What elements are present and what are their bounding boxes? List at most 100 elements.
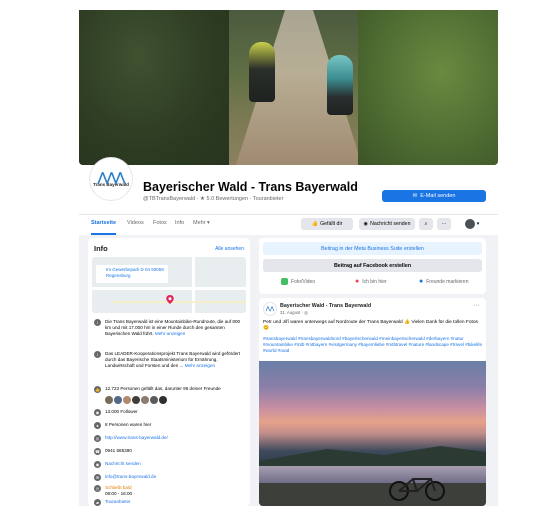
cover-rider-2: [327, 55, 353, 115]
post-photo[interactable]: [259, 361, 486, 506]
avatar[interactable]: [141, 396, 149, 404]
avatar[interactable]: [105, 396, 113, 404]
hours-text[interactable]: 08:00 - 16:00 ·: [105, 491, 135, 496]
send-message-link[interactable]: Nachricht senden: [105, 461, 141, 468]
info-description: i Die Trans Bayerwald ist eine Mountainb…: [94, 319, 244, 337]
info-followers: ◉ 13.000 Follower: [94, 409, 244, 416]
email-link[interactable]: info@trans-bayerwald.de: [105, 474, 156, 481]
cover-trees-left: [79, 10, 229, 165]
avatar[interactable]: [150, 396, 158, 404]
avatar[interactable]: [123, 396, 131, 404]
likes-text: 12.723 Personen gefällt das, darunter 96…: [105, 386, 221, 391]
phone-text: 0941 585390: [105, 448, 132, 453]
map-road: [112, 301, 246, 303]
photo-video-label: Foto/Video: [291, 278, 316, 285]
tab-more[interactable]: Mehr ▾: [193, 220, 210, 226]
page-subtitle: @TBTransBayerwald · ★ 5.0 Bewertungen · …: [143, 196, 284, 202]
see-all-link[interactable]: Alle ansehen: [215, 246, 244, 252]
messenger-icon: ◉: [363, 221, 369, 227]
tab-home[interactable]: Startseite: [91, 220, 116, 226]
chevron-down-icon: ▾: [476, 221, 480, 227]
info-email: ✉ info@trans-bayerwald.de: [94, 474, 244, 481]
photo-lake: [259, 466, 486, 484]
page-logo[interactable]: ⋀⋀⋀ Trans Bayerwald: [89, 157, 133, 201]
search-button[interactable]: ⌕: [419, 218, 433, 230]
avatar[interactable]: [114, 396, 122, 404]
meta-business-suite-button[interactable]: Beitrag in der Meta Business Suite erste…: [263, 242, 482, 255]
location-pin-icon: ●: [355, 278, 360, 285]
thumbs-up-icon: 👍: [94, 386, 101, 393]
photo-video-button[interactable]: Foto/Video: [281, 278, 315, 285]
clock-icon: ◷: [94, 485, 101, 492]
tag-icon: ▰: [94, 499, 101, 506]
map-road: [92, 287, 246, 290]
photo-ground: [259, 483, 486, 506]
cover-trees-right: [358, 10, 498, 165]
logo-mountain-icon: ⋀⋀⋀: [97, 169, 126, 184]
thumbs-up-icon: 👍: [311, 221, 319, 227]
message-label: Nachricht senden: [370, 221, 411, 227]
rss-icon: ◉: [94, 409, 101, 416]
create-facebook-post-button[interactable]: Beitrag auf Facebook erstellen: [263, 259, 482, 272]
location-map[interactable]: Im Gewerbepark D 04 93059 Regensburg: [92, 257, 246, 313]
profile-switcher[interactable]: ▾: [461, 218, 483, 230]
avatar: [464, 219, 475, 229]
description-more-link[interactable]: Mehr anzeigen: [155, 331, 185, 336]
avatar[interactable]: [132, 396, 140, 404]
search-icon: ⌕: [424, 220, 428, 227]
leader-more-link[interactable]: Mehr anzeigen: [185, 363, 215, 368]
mail-icon: ✉: [412, 193, 418, 199]
info-phone: ☎ 0941 585390: [94, 448, 244, 455]
info-checkins: ● 8 Personen waren hier: [94, 422, 244, 429]
map-road: [192, 257, 195, 313]
post-author[interactable]: Bayerischer Wald - Trans Bayerwald: [280, 303, 371, 309]
tab-photos[interactable]: Fotos: [153, 220, 167, 226]
friend-avatars: [105, 396, 167, 404]
info-title: Info: [94, 244, 108, 253]
post-hashtags[interactable]: #transbayerwald #transbayerwaldnord #bay…: [263, 336, 483, 355]
map-pin-icon: [166, 295, 174, 304]
ellipsis-icon: ···: [441, 221, 447, 227]
bicycle-icon: [389, 478, 445, 501]
info-hours: ◷ Schließt bald 08:00 - 16:00 ·: [94, 485, 244, 497]
send-email-label: E-Mail senden: [420, 193, 456, 199]
more-options-button[interactable]: ···: [437, 218, 451, 230]
tab-info[interactable]: Info: [175, 220, 184, 226]
info-icon: i: [94, 351, 101, 358]
logo-text: Trans Bayerwald: [93, 181, 129, 187]
followers-text: 13.000 Follower: [105, 409, 138, 414]
map-address[interactable]: Im Gewerbepark D 04 93059 Regensburg: [96, 265, 168, 283]
like-label: Gefällt dir: [320, 221, 343, 227]
checkin-label: Ich bin hier: [362, 278, 387, 285]
category-link[interactable]: Touranbieter: [105, 499, 131, 506]
send-email-button[interactable]: ✉ E-Mail senden: [382, 190, 486, 202]
info-send-message: ◉ Nachricht senden: [94, 461, 244, 468]
info-card: Info Alle ansehen Im Gewerbepark D 04 93…: [88, 238, 250, 506]
website-link[interactable]: http://www.trans-bayerwald.de/: [105, 435, 168, 442]
post-author-avatar[interactable]: ⋀⋀: [263, 302, 277, 316]
phone-icon: ☎: [94, 448, 101, 455]
page-title: Bayerischer Wald - Trans Bayerwald: [143, 180, 358, 194]
location-icon: ●: [94, 422, 101, 429]
message-button[interactable]: ◉ Nachricht senden: [359, 218, 415, 230]
tab-videos[interactable]: Videos: [127, 220, 144, 226]
checkins-text: 8 Personen waren hier: [105, 422, 152, 427]
people-icon: ●: [419, 278, 424, 285]
tag-friends-button[interactable]: ● Freunde markieren: [419, 278, 468, 285]
tag-friends-label: Freunde markieren: [426, 278, 469, 285]
photo-icon: [281, 278, 288, 285]
like-button[interactable]: 👍 Gefällt dir: [301, 218, 353, 230]
post-more-icon[interactable]: ···: [473, 302, 480, 309]
post-date[interactable]: 31. August · ◎: [280, 310, 308, 316]
info-icon: i: [94, 319, 101, 326]
info-category: ▰ Touranbieter: [94, 499, 244, 506]
mail-icon: ✉: [94, 474, 101, 481]
info-leader: i Das LEADER-Kooperationsprojekt Trans B…: [94, 351, 244, 369]
cover-rider-1: [249, 42, 275, 102]
avatar[interactable]: [159, 396, 167, 404]
messenger-icon: ◉: [94, 461, 101, 468]
cover-photo[interactable]: [79, 10, 498, 165]
post-card: ⋀⋀ Bayerischer Wald - Trans Bayerwald 31…: [259, 298, 486, 506]
checkin-button[interactable]: ● Ich bin hier: [355, 278, 387, 285]
hours-status: Schließt bald: [105, 485, 132, 490]
